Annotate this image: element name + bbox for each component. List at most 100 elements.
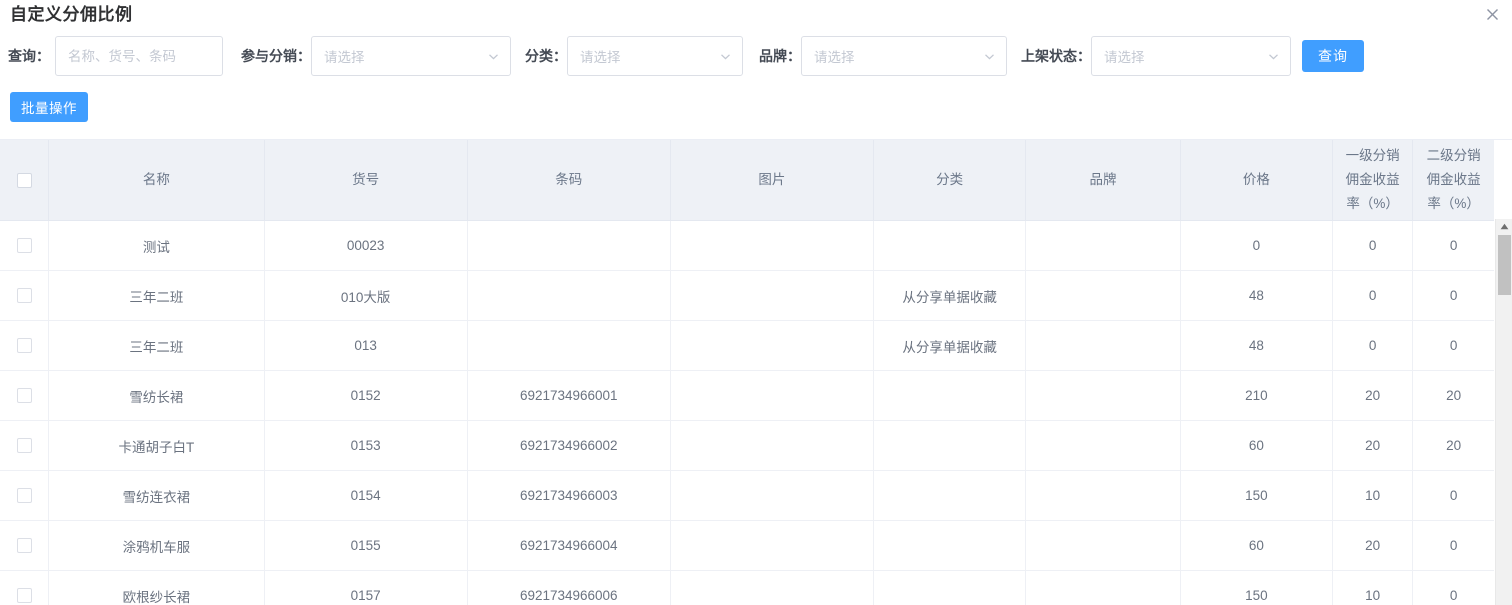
cell-level1-rate: 0	[1332, 220, 1414, 271]
table-vertical-scrollbar[interactable]	[1495, 219, 1512, 605]
query-label: 查询：	[8, 48, 50, 64]
row-checkbox[interactable]	[16, 438, 32, 454]
column-header-sku: 货号	[264, 140, 468, 221]
cell-image	[670, 320, 874, 371]
row-checkbox[interactable]	[16, 588, 32, 604]
cell-name: 雪纺连衣裙	[48, 470, 265, 521]
row-checkbox[interactable]	[16, 338, 32, 354]
level1-line3: 率（%）	[1346, 196, 1399, 211]
cell-level2-rate: 20	[1412, 370, 1494, 421]
cell-barcode	[467, 320, 671, 371]
filter-bar: 查询： 参与分销： 请选择 分类： 请选择 品牌： 请选择 上架状态： 请选择	[0, 36, 1512, 76]
cell-category	[873, 520, 1027, 571]
cell-brand	[1025, 370, 1181, 421]
level1-line1: 一级分销	[1345, 148, 1400, 163]
column-header-barcode: 条码	[467, 140, 671, 221]
table-row[interactable]: 雪纺长裙 0152 6921734966001 210 20 20	[0, 370, 1494, 421]
table-row[interactable]: 雪纺连衣裙 0154 6921734966003 150 10 0	[0, 470, 1494, 521]
cell-image	[670, 370, 874, 421]
search-button[interactable]: 查询	[1302, 40, 1364, 72]
brand-select[interactable]: 请选择	[801, 36, 1007, 76]
bulk-operation-button[interactable]: 批量操作	[10, 92, 88, 122]
row-checkbox-cell	[0, 420, 50, 471]
row-checkbox[interactable]	[16, 488, 32, 504]
brand-select-value: 请选择	[814, 50, 855, 65]
table-row[interactable]: 欧根纱长裙 0157 6921734966006 150 10 0	[0, 570, 1494, 605]
cell-sku: 0152	[264, 370, 468, 421]
cell-image	[670, 220, 874, 271]
cell-price: 48	[1180, 270, 1334, 321]
close-icon[interactable]	[1480, 2, 1504, 26]
cell-level1-rate: 10	[1332, 570, 1414, 605]
search-input[interactable]	[55, 36, 223, 76]
cell-price: 0	[1180, 220, 1334, 271]
column-header-image: 图片	[670, 140, 874, 221]
column-header-brand: 品牌	[1025, 140, 1181, 221]
category-select-value: 请选择	[580, 50, 621, 65]
chevron-down-icon	[487, 50, 500, 63]
column-header-level1-rate: 一级分销 佣金收益 率（%）	[1332, 140, 1414, 221]
cell-level1-rate: 20	[1332, 420, 1414, 471]
cell-level2-rate: 0	[1412, 270, 1494, 321]
row-checkbox[interactable]	[16, 538, 32, 554]
distribution-label: 参与分销：	[241, 48, 311, 64]
cell-sku: 0157	[264, 570, 468, 605]
cell-price: 150	[1180, 570, 1334, 605]
page-title: 自定义分佣比例	[10, 5, 133, 24]
distribution-select[interactable]: 请选择	[311, 36, 511, 76]
table-row[interactable]: 三年二班 013 从分享单据收藏 48 0 0	[0, 320, 1494, 371]
cell-barcode: 6921734966003	[467, 470, 671, 521]
row-checkbox-cell	[0, 220, 50, 271]
row-checkbox[interactable]	[16, 238, 32, 254]
cell-brand	[1025, 570, 1181, 605]
distribution-select-value: 请选择	[324, 50, 365, 65]
cell-sku: 00023	[264, 220, 468, 271]
table-row[interactable]: 涂鸦机车服 0155 6921734966004 60 20 0	[0, 520, 1494, 571]
cell-barcode	[467, 220, 671, 271]
cell-level1-rate: 0	[1332, 270, 1414, 321]
listing-status-label: 上架状态：	[1021, 48, 1091, 64]
cell-brand	[1025, 470, 1181, 521]
cell-price: 150	[1180, 470, 1334, 521]
cell-barcode: 6921734966002	[467, 420, 671, 471]
cell-image	[670, 270, 874, 321]
table-body: 测试 00023 0 0 0 三年二班 010大版 从分享单据收藏 48 0 0 三年二班 013 从分享…	[0, 220, 1494, 605]
table-row[interactable]: 三年二班 010大版 从分享单据收藏 48 0 0	[0, 270, 1494, 321]
cell-brand	[1025, 320, 1181, 371]
select-all-checkbox[interactable]	[16, 172, 32, 188]
cell-level2-rate: 0	[1412, 320, 1494, 371]
cell-level2-rate: 0	[1412, 470, 1494, 521]
cell-level2-rate: 0	[1412, 220, 1494, 271]
cell-name: 雪纺长裙	[48, 370, 265, 421]
cell-level1-rate: 0	[1332, 320, 1414, 371]
scroll-up-arrow-icon[interactable]	[1496, 219, 1512, 234]
cell-name: 卡通胡子白T	[48, 420, 265, 471]
row-checkbox[interactable]	[16, 288, 32, 304]
row-checkbox-cell	[0, 570, 50, 605]
scrollbar-thumb[interactable]	[1498, 235, 1511, 295]
level2-line3: 率（%）	[1427, 196, 1480, 211]
cell-level2-rate: 0	[1412, 520, 1494, 571]
cell-sku: 0153	[264, 420, 468, 471]
cell-brand	[1025, 220, 1181, 271]
listing-status-select[interactable]: 请选择	[1091, 36, 1291, 76]
brand-label: 品牌：	[759, 48, 801, 64]
table-row[interactable]: 测试 00023 0 0 0	[0, 220, 1494, 271]
cell-barcode: 6921734966004	[467, 520, 671, 571]
cell-image	[670, 420, 874, 471]
row-checkbox[interactable]	[16, 388, 32, 404]
cell-image	[670, 470, 874, 521]
cell-level2-rate: 0	[1412, 570, 1494, 605]
cell-category	[873, 220, 1027, 271]
cell-barcode: 6921734966001	[467, 370, 671, 421]
table-row[interactable]: 卡通胡子白T 0153 6921734966002 60 20 20	[0, 420, 1494, 471]
column-header-level2-rate: 二级分销 佣金收益 率（%）	[1412, 140, 1494, 221]
cell-sku: 0154	[264, 470, 468, 521]
category-select[interactable]: 请选择	[567, 36, 743, 76]
column-header-category: 分类	[873, 140, 1027, 221]
cell-price: 48	[1180, 320, 1334, 371]
level2-line2: 佣金收益	[1426, 172, 1481, 187]
products-table-container: 名称 货号 条码 图片 分类 品牌 价格 一级分销 佣金收益 率（%） 二级分销…	[0, 139, 1512, 605]
row-checkbox-cell	[0, 270, 50, 321]
row-checkbox-cell	[0, 520, 50, 571]
